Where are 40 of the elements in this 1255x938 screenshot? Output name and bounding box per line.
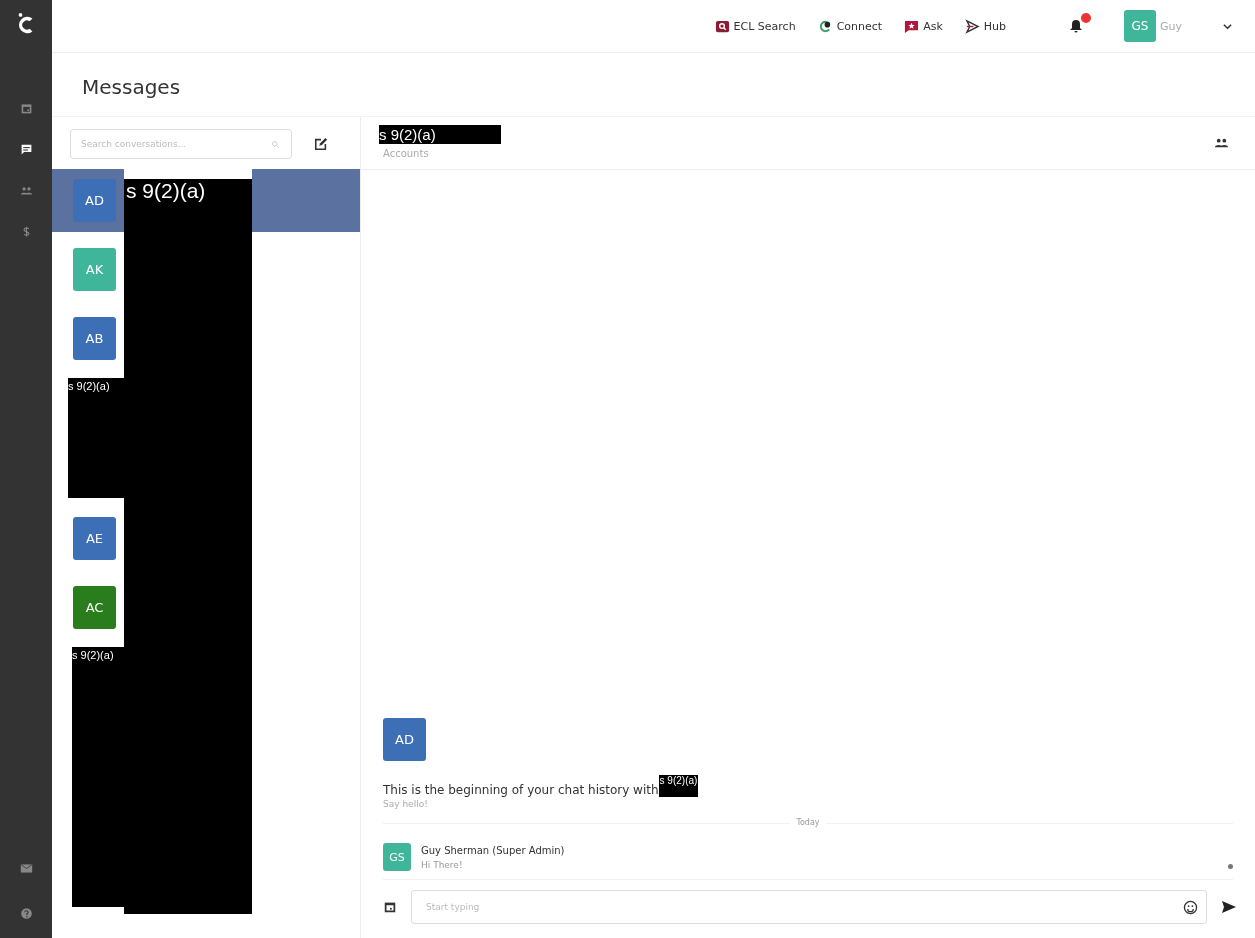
- nav-link[interactable]: Hub: [964, 18, 1006, 34]
- search-field[interactable]: Search conversations...: [70, 129, 292, 159]
- nav-link[interactable]: ECL Search: [714, 18, 796, 34]
- search-icon: [271, 140, 280, 149]
- redaction-block: s 9(2)(a): [124, 179, 252, 914]
- redaction-block: s 9(2)(a): [658, 775, 699, 797]
- contact-avatar: AD: [73, 179, 116, 222]
- redaction-block: s 9(2)(a): [72, 647, 124, 907]
- message-author: Guy Sherman (Super Admin): [421, 844, 565, 856]
- contact-avatar: AB: [73, 317, 116, 360]
- user-name: Guy: [1160, 19, 1183, 33]
- search-icon: [714, 18, 730, 34]
- sender-avatar: GS: [383, 843, 411, 871]
- contact-avatar: AE: [73, 517, 116, 560]
- message-text: Hi There!: [421, 859, 464, 870]
- calendar-icon[interactable]: [383, 900, 397, 914]
- redaction-block: s 9(2)(a): [379, 125, 501, 144]
- star-flag-icon: [904, 18, 920, 34]
- contact-avatar: AK: [73, 248, 116, 291]
- intro-text: This is the beginning of your chat history with: [383, 783, 659, 797]
- contact-avatar: AC: [73, 586, 116, 629]
- send-icon[interactable]: [1221, 899, 1237, 915]
- chat-subtitle: Accounts: [382, 148, 430, 159]
- message-input[interactable]: Start typing: [411, 890, 1207, 924]
- nav-link[interactable]: Ask: [904, 18, 943, 34]
- contact-avatar: AD: [383, 718, 426, 761]
- conversation-item[interactable]: AE: [52, 504, 124, 573]
- link-circle-icon: [817, 18, 833, 34]
- page-title: Messages: [81, 74, 182, 101]
- nav-link[interactable]: Connect: [817, 18, 883, 34]
- conversation-item[interactable]: AD: [52, 169, 124, 232]
- emoji-icon[interactable]: [1183, 900, 1198, 915]
- status-dot-icon: [1228, 864, 1233, 869]
- compose-icon[interactable]: [314, 137, 328, 151]
- intro-hint: Say hello!: [383, 799, 429, 809]
- bell-icon[interactable]: [1068, 18, 1084, 34]
- arrow-icon: [964, 18, 980, 34]
- redaction-block: s 9(2)(a): [68, 378, 124, 498]
- conversation-item[interactable]: AC: [52, 573, 124, 642]
- conversation-item[interactable]: AB: [52, 304, 124, 373]
